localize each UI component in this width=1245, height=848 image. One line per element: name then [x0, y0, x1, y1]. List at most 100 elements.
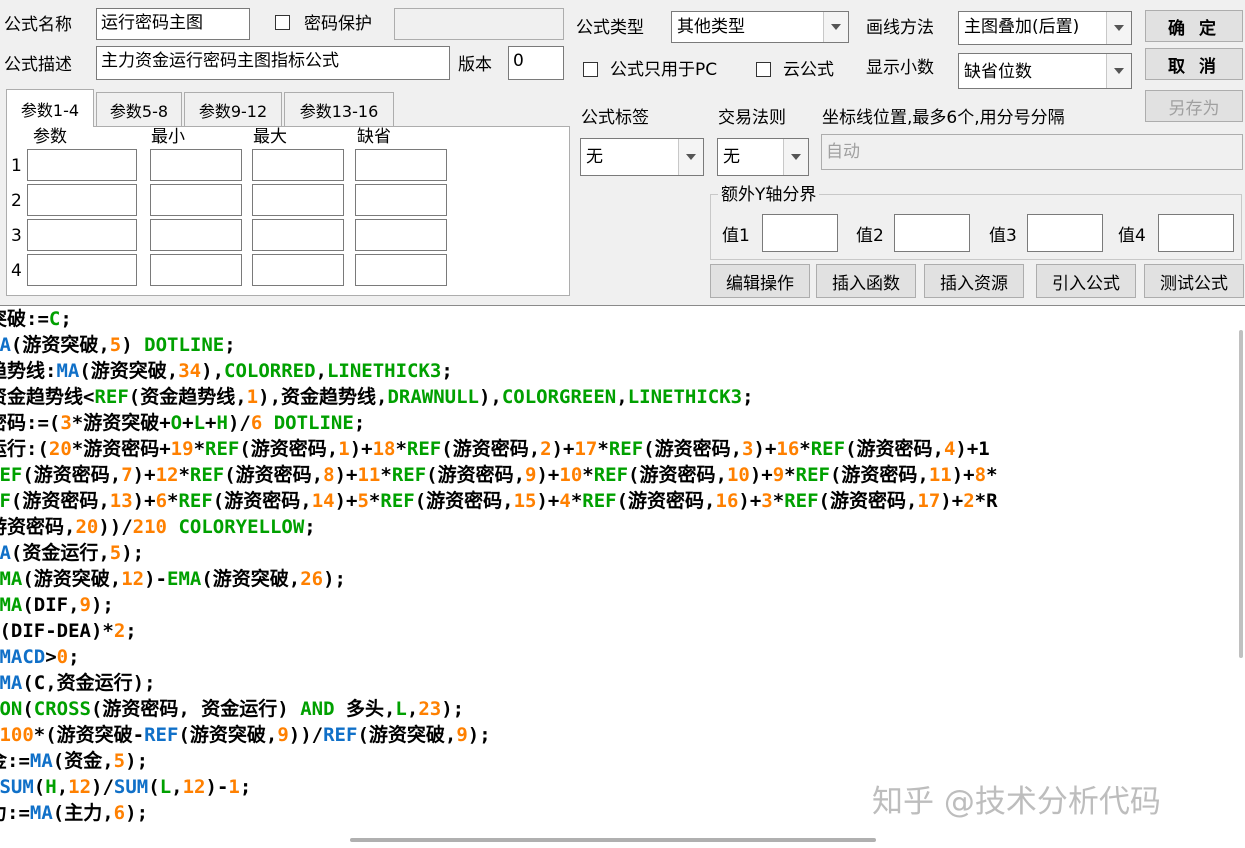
horizontal-scrollbar[interactable]	[350, 838, 876, 842]
code-token: 12	[68, 776, 92, 798]
test-formula-button[interactable]: 测试公式	[1144, 264, 1244, 298]
version-label: 版本	[458, 55, 492, 75]
code-line: 运行:(20*游资密码+19*REF(游资密码,1)+18*REF(游资密码,2…	[0, 436, 998, 462]
param-4-default-input[interactable]	[355, 254, 447, 286]
param-2-name-input[interactable]	[27, 184, 137, 216]
code-token: 2	[540, 438, 552, 460]
code-token: 20	[75, 516, 99, 538]
code-token: REF	[795, 464, 830, 486]
tab-params-1-4[interactable]: 参数1-4	[6, 89, 94, 127]
formula-tag-value: 无	[586, 147, 603, 167]
param-3-max-input[interactable]	[252, 219, 344, 251]
code-token: (C,资金运行);	[22, 672, 156, 694]
code-token: 突破:=	[0, 308, 49, 330]
code-token: REF	[323, 724, 358, 746]
code-token: 18	[372, 438, 396, 460]
save-as-button[interactable]: 另存为	[1145, 90, 1243, 122]
code-line: MA(资金运行,5);	[0, 540, 998, 566]
code-token: (游资密码,	[212, 490, 312, 512]
code-token: 资金趋势线<	[0, 386, 95, 408]
code-token: 6	[113, 802, 126, 824]
code-token: (	[148, 776, 160, 798]
param-1-max-input[interactable]	[252, 149, 344, 181]
code-token: 金:=	[0, 750, 30, 772]
vertical-scrollbar[interactable]	[1239, 330, 1243, 658]
code-token: SUM	[113, 776, 149, 798]
cancel-button[interactable]: 取 消	[1145, 48, 1243, 80]
tab-params-5-8[interactable]: 参数5-8	[96, 92, 182, 126]
code-token: (游资突破,	[357, 724, 457, 746]
edit-operation-button[interactable]: 编辑操作	[710, 264, 810, 298]
param-2-min-input[interactable]	[150, 184, 242, 216]
code-token: 1	[246, 386, 259, 408]
param-4-min-input[interactable]	[150, 254, 242, 286]
code-token: 16	[715, 490, 739, 512]
cloud-formula-checkbox[interactable]	[756, 62, 771, 77]
y-value-2-input[interactable]	[894, 214, 970, 252]
param-3-min-input[interactable]	[150, 219, 242, 251]
code-token: REF	[94, 386, 129, 408]
param-3-name-input[interactable]	[27, 219, 137, 251]
formula-code-editor[interactable]: 突破:=C;MA(游资突破,5) DOTLINE;趋势线:MA(游资突破,34)…	[0, 305, 1245, 848]
param-2-max-input[interactable]	[252, 184, 344, 216]
code-token: 5	[109, 334, 122, 356]
param-1-name-input[interactable]	[27, 149, 137, 181]
tab-params-13-16[interactable]: 参数13-16	[284, 92, 394, 126]
password-input[interactable]	[394, 8, 564, 40]
code-token: );	[467, 724, 491, 746]
param-3-default-input[interactable]	[355, 219, 447, 251]
code-token: MA	[56, 360, 80, 382]
code-token: *	[178, 464, 190, 486]
ok-button[interactable]: 确 定	[1145, 10, 1243, 42]
import-formula-button[interactable]: 引入公式	[1036, 264, 1136, 298]
code-token: 12	[155, 464, 179, 486]
param-header-max: 最大	[253, 127, 287, 147]
axis-position-input[interactable]: 自动	[821, 134, 1243, 170]
code-token: (游资突破,	[178, 724, 278, 746]
y-value-3-input[interactable]	[1027, 214, 1103, 252]
code-line: EMA(DIF,9);	[0, 592, 998, 618]
code-token: *	[582, 464, 594, 486]
param-1-default-input[interactable]	[355, 149, 447, 181]
chevron-down-icon	[823, 12, 848, 42]
code-token: (游资密码,	[628, 464, 727, 486]
code-token: DOTLINE	[144, 334, 225, 356]
code-token: +	[205, 412, 217, 434]
code-token: 2	[963, 490, 975, 512]
pc-only-checkbox[interactable]	[583, 62, 598, 77]
insert-resource-button[interactable]: 插入资源	[924, 264, 1024, 298]
code-token: ),	[201, 360, 225, 382]
code-token: MA	[0, 672, 23, 694]
code-token: )+	[132, 464, 156, 486]
code-token: DRAWNULL	[387, 386, 479, 408]
code-line: REF(游资密码,7)+12*REF(游资密码,8)+11*REF(游资密码,9…	[0, 462, 998, 488]
param-2-default-input[interactable]	[355, 184, 447, 216]
draw-method-select[interactable]: 主图叠加(后置)	[958, 11, 1132, 45]
code-token: L	[159, 776, 172, 798]
param-row-number: 1	[11, 156, 22, 176]
formula-name-input[interactable]: 运行密码主图	[96, 8, 250, 40]
y-value-4-input[interactable]	[1158, 214, 1234, 252]
y-value-1-input[interactable]	[762, 214, 838, 252]
code-token: L	[395, 698, 407, 720]
insert-function-button[interactable]: 插入函数	[816, 264, 916, 298]
param-4-max-input[interactable]	[252, 254, 344, 286]
param-1-min-input[interactable]	[150, 149, 242, 181]
trade-rule-select[interactable]: 无	[717, 138, 809, 176]
code-token: (游资突破,	[10, 334, 110, 356]
decimal-select[interactable]: 缺省位数	[958, 53, 1132, 89]
tab-params-9-12[interactable]: 参数9-12	[184, 92, 282, 126]
code-token: 3	[60, 412, 72, 434]
code-line: 密码:=(3*游资突破+O+L+H)/6 DOTLINE;	[0, 410, 998, 436]
code-token: REF	[810, 438, 846, 460]
param-header-min: 最小	[151, 127, 185, 147]
code-token: REF	[189, 464, 225, 486]
version-input[interactable]: 0	[508, 46, 564, 80]
password-protect-checkbox[interactable]	[275, 15, 290, 30]
formula-desc-input[interactable]: 主力资金运行密码主图指标公式	[96, 46, 450, 80]
formula-type-select[interactable]: 其他类型	[671, 11, 849, 43]
formula-tag-select[interactable]: 无	[580, 138, 704, 176]
code-token: ;	[353, 412, 366, 434]
code-token: (游资密码,	[616, 490, 716, 512]
param-4-name-input[interactable]	[27, 254, 137, 286]
